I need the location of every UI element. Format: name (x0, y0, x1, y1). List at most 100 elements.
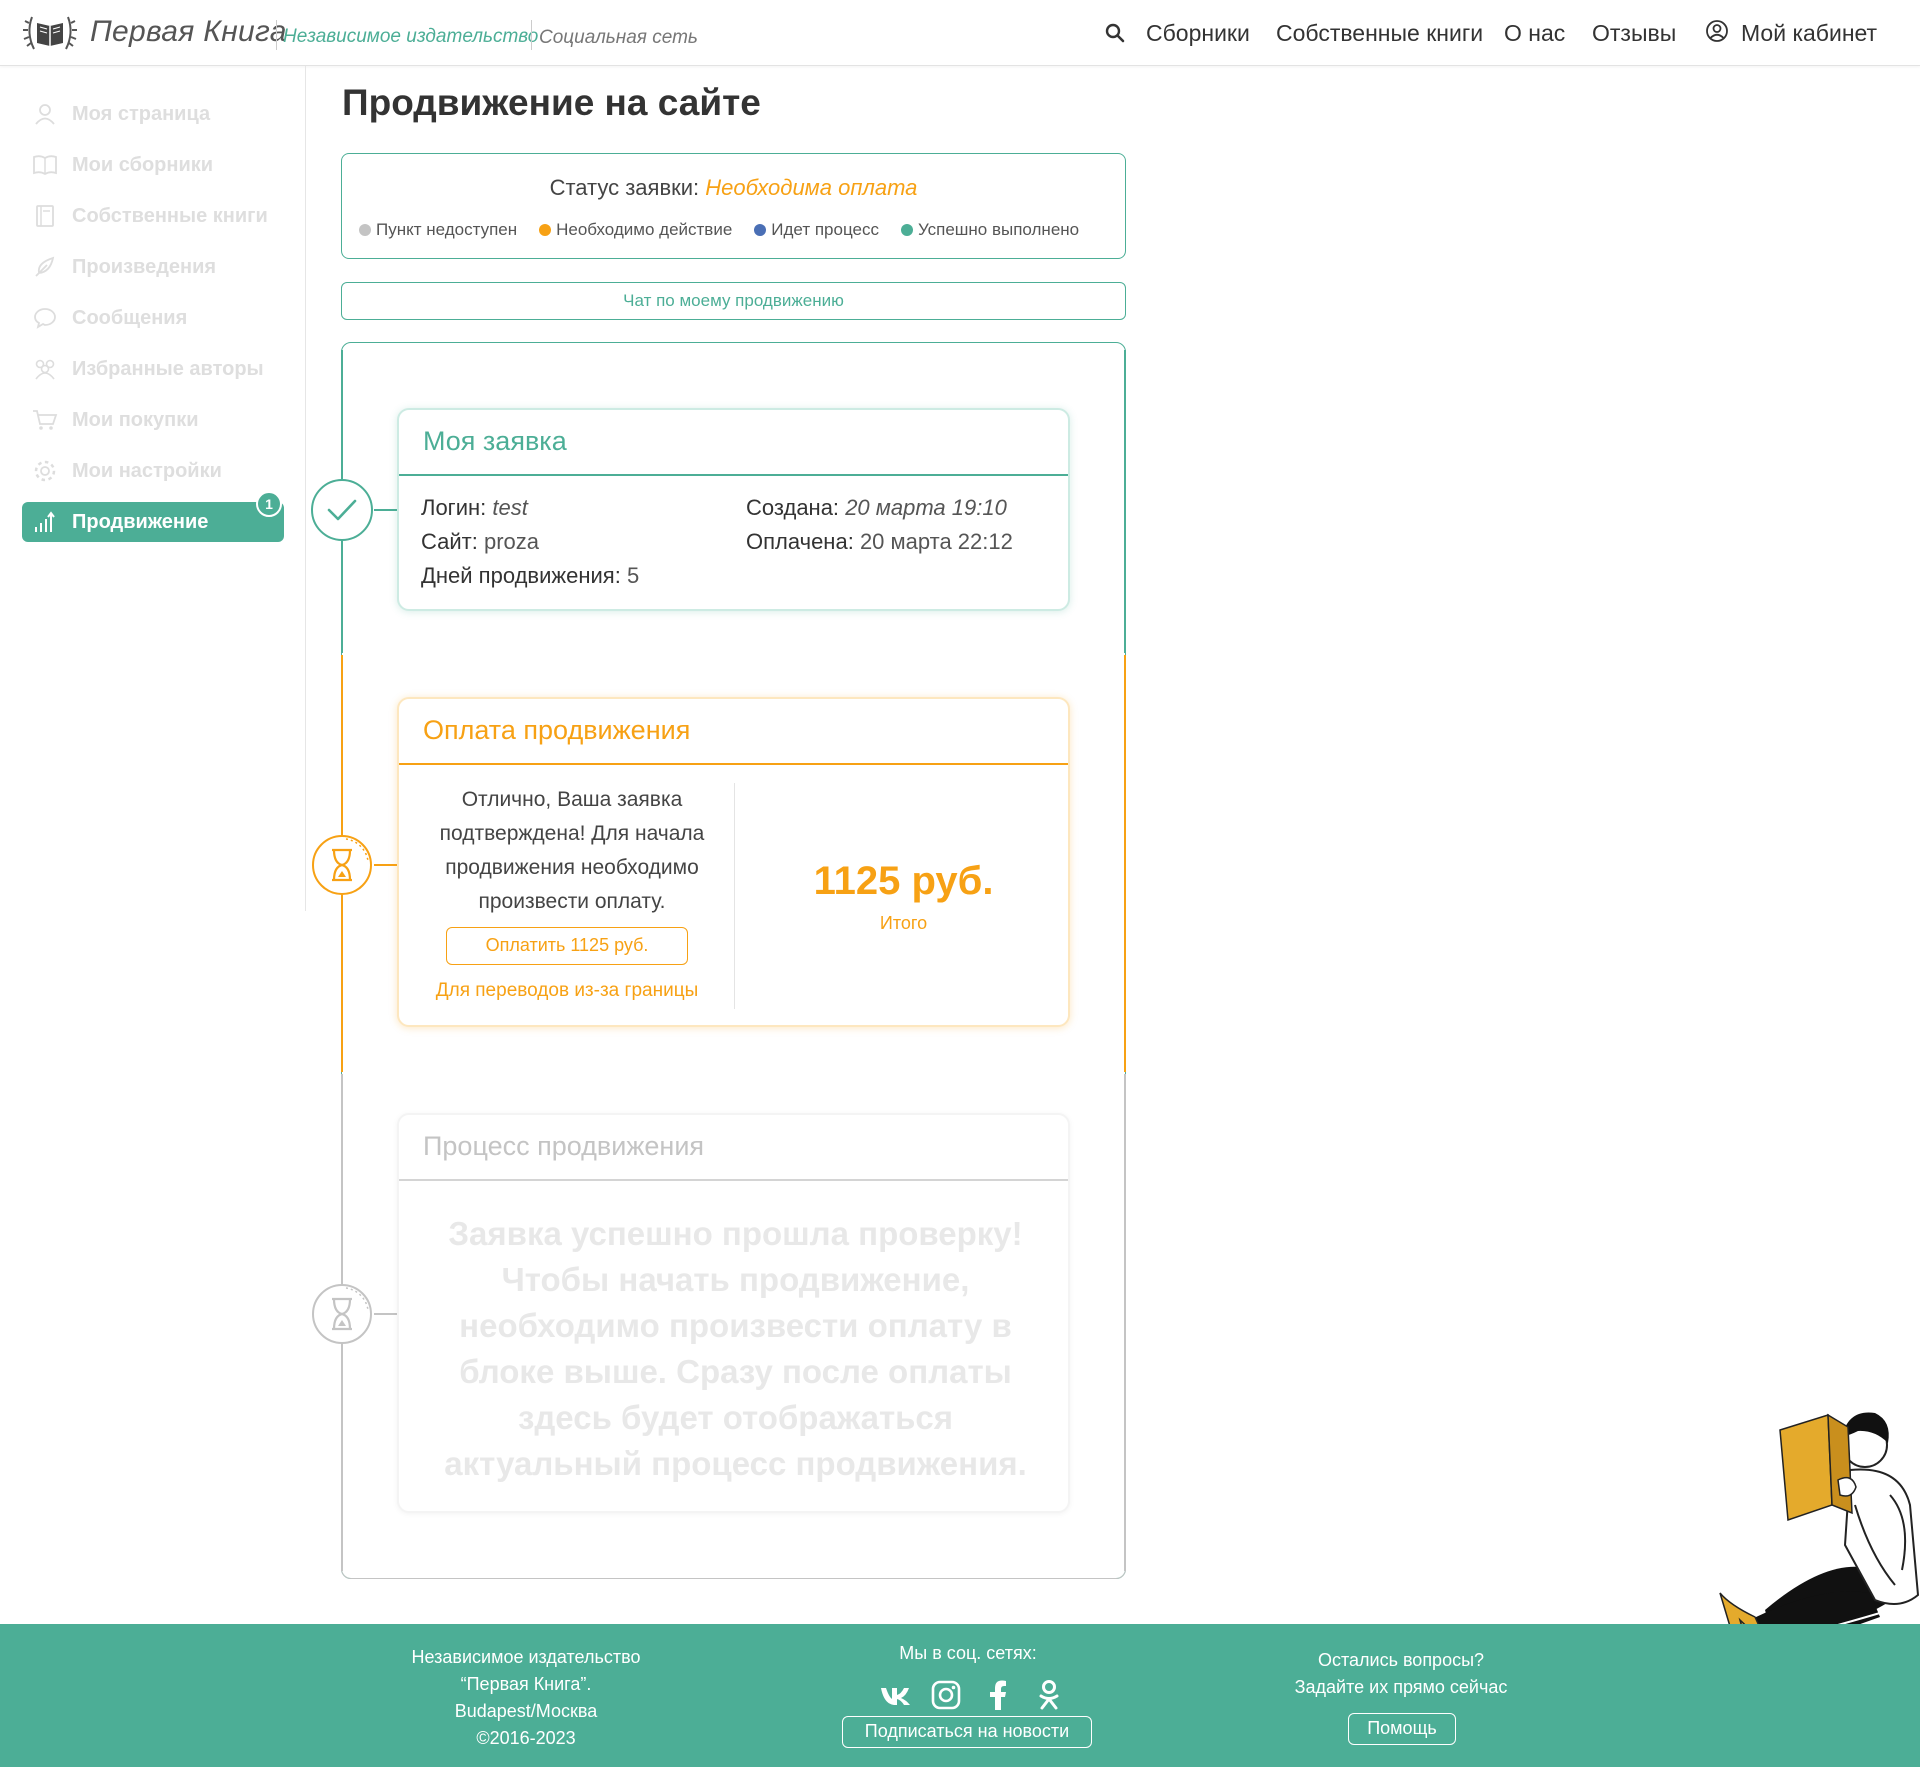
logo-icon[interactable] (22, 11, 78, 55)
paid-value: 20 марта 22:12 (859, 529, 1013, 554)
sidebar-item-own-books[interactable]: Собственные книги (22, 196, 284, 236)
foreign-transfer-link[interactable]: Для переводов из-за границы (399, 980, 735, 1002)
footer-questions: Остались вопросы? Задайте их прямо сейча… (1278, 1647, 1524, 1701)
payment-message: Отлично, Ваша заявка подтверждена! Для н… (439, 788, 705, 913)
card-divider (399, 763, 1068, 765)
nav-reviews[interactable]: Отзывы (1592, 20, 1676, 47)
sidebar-item-purchases[interactable]: Мои покупки (22, 400, 284, 440)
process-card: Процесс продвижения Заявка успешно прошл… (397, 1113, 1070, 1513)
timeline-line-done (1124, 350, 1126, 653)
legend-dot (754, 224, 767, 236)
cart-icon (32, 407, 58, 433)
card-divider (399, 1179, 1068, 1181)
card-divider (399, 474, 1068, 476)
pay-button[interactable]: Оплатить 1125 руб. (446, 927, 688, 965)
site-value: proza (483, 529, 540, 554)
completed-check-icon (311, 479, 373, 541)
instagram-icon[interactable] (928, 1677, 964, 1713)
timeline-line-action (1124, 655, 1126, 1072)
brand-separator (531, 20, 532, 50)
user-icon (32, 101, 58, 127)
footer-about: Независимое издательство “Первая Книга”.… (400, 1644, 652, 1752)
sidebar-item-works[interactable]: Произведения (22, 247, 284, 287)
nav-own-books[interactable]: Собственные книги (1276, 20, 1483, 47)
hourglass-icon (312, 1284, 372, 1344)
book-open-icon (32, 152, 58, 178)
login-label: Логин: (421, 495, 487, 520)
odnoklassniki-icon[interactable] (1031, 1677, 1067, 1713)
sidebar-item-label: Моя страница (72, 102, 211, 125)
sidebar-item-promotion[interactable]: Продвижение (22, 502, 284, 542)
site-field: Сайт: proza (421, 529, 539, 555)
legend-item: Необходимо действие (539, 220, 732, 240)
legend-dot (359, 224, 371, 236)
footer-copyright: ©2016-2023 (476, 1728, 576, 1748)
status-label: Статус заявки: (549, 175, 700, 200)
days-value: 5 (626, 563, 640, 588)
hourglass-icon (312, 835, 372, 895)
promotion-chat-button[interactable]: Чат по моему продвижению (341, 282, 1126, 320)
chat-icon (32, 305, 58, 331)
sidebar-item-label: Мои покупки (72, 408, 199, 431)
sidebar-item-settings[interactable]: Мои настройки (22, 451, 284, 491)
facebook-icon[interactable] (980, 1677, 1016, 1713)
sidebar-item-my-collections[interactable]: Мои сборники (22, 145, 284, 185)
process-card-title: Процесс продвижения (423, 1131, 705, 1161)
vk-icon[interactable] (877, 1677, 913, 1713)
sidebar-item-favorite-authors[interactable]: Избранные авторы (22, 349, 284, 389)
timeline-connector (374, 864, 398, 866)
help-button[interactable]: Помощь (1348, 1713, 1456, 1745)
legend-item: Идет процесс (754, 220, 879, 240)
gear-icon (32, 458, 58, 484)
footer-questions-line: Остались вопросы? (1317, 1650, 1485, 1670)
search-icon[interactable] (1105, 23, 1125, 43)
login-value: test (492, 495, 528, 520)
book-icon (32, 203, 58, 229)
legend-label: Необходимо действие (556, 220, 733, 239)
sidebar-item-messages[interactable]: Сообщения (22, 298, 284, 338)
people-icon (32, 356, 58, 382)
legend-item: Успешно выполнено (900, 220, 1079, 240)
payment-card: Оплата продвижения Отлично, Ваша заявка … (397, 697, 1070, 1027)
status-line: Статус заявки: Необходима оплата (342, 175, 1125, 201)
payment-amount: 1125 руб. (813, 859, 994, 903)
sidebar-item-label: Продвижение (72, 510, 209, 533)
page-title: Продвижение на сайте (342, 82, 761, 123)
nav-my-cabinet[interactable]: Мой кабинет (1741, 20, 1877, 47)
legend-label: Пункт недоступен (376, 220, 518, 239)
login-field: Логин: test (421, 495, 528, 521)
notification-badge: 1 (256, 491, 282, 517)
created-field: Создана: 20 марта 19:10 (746, 495, 1007, 521)
status-value: Необходима оплата (705, 175, 918, 200)
footer-about-line: Независимое издательство (411, 1647, 641, 1667)
sidebar-item-my-page[interactable]: Моя страница (22, 94, 284, 134)
footer-questions-line: Задайте их прямо сейчас (1294, 1677, 1508, 1697)
nav-about[interactable]: О нас (1504, 20, 1565, 47)
footer-about-line: “Первая Книга”. (460, 1674, 592, 1694)
legend-label: Идет процесс (771, 220, 879, 239)
created-value: 20 марта 19:10 (845, 495, 1007, 520)
paid-field: Оплачена: 20 марта 22:12 (746, 529, 1013, 555)
status-legend: Пункт недоступен Необходимо действие Иде… (359, 220, 1101, 240)
site-header: Первая Книга Независимое издательство Со… (0, 0, 1920, 66)
brand-name[interactable]: Первая Книга (90, 15, 287, 49)
sidebar-item-label: Сообщения (72, 306, 188, 329)
created-label: Создана: (746, 495, 840, 520)
request-card-title: Моя заявка (423, 426, 567, 456)
site-label: Сайт: (421, 529, 478, 554)
days-label: Дней продвижения: (421, 563, 621, 588)
chart-up-icon (32, 509, 58, 535)
timeline-bottom (341, 1563, 1126, 1579)
footer-social-title: Мы в соц. сетях: (899, 1643, 1037, 1663)
timeline-line-inactive (1124, 1074, 1126, 1571)
brand-tagline: Независимое издательство (283, 26, 539, 47)
subscribe-button[interactable]: Подписаться на новости (842, 1716, 1092, 1748)
sidebar-item-label: Избранные авторы (72, 357, 264, 380)
sidebar-item-label: Произведения (72, 255, 217, 278)
feather-icon (32, 254, 58, 280)
footer-about-line: Budapest/Москва (454, 1701, 598, 1721)
sidebar-divider (305, 66, 306, 911)
legend-dot (900, 224, 913, 236)
user-circle-icon[interactable] (1705, 19, 1729, 43)
nav-collections[interactable]: Сборники (1146, 20, 1250, 47)
